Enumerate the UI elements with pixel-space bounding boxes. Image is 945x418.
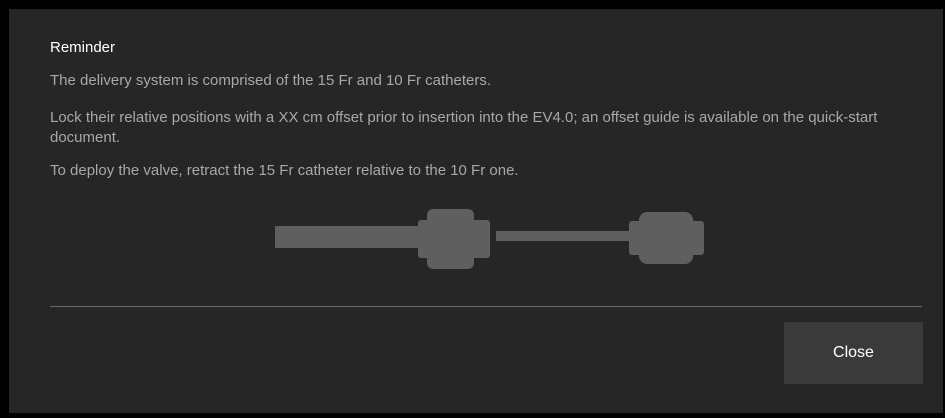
dialog-paragraph-offset: Lock their relative positions with a XX … [50, 109, 878, 146]
catheter-assembly-icon [275, 209, 704, 269]
reminder-dialog: Reminder The delivery system is comprise… [9, 9, 943, 413]
dialog-divider [50, 306, 922, 307]
close-button[interactable]: Close [784, 322, 923, 384]
small-catheter-shaft [496, 231, 633, 241]
dialog-title: Reminder [50, 39, 116, 56]
large-catheter-hub-grip [427, 209, 474, 269]
small-catheter-hub-grip [639, 212, 693, 264]
dialog-paragraph-deploy: To deploy the valve, retract the 15 Fr c… [50, 162, 519, 179]
dialog-paragraph-system: The delivery system is comprised of the … [50, 72, 492, 89]
large-catheter-shaft [275, 226, 420, 248]
